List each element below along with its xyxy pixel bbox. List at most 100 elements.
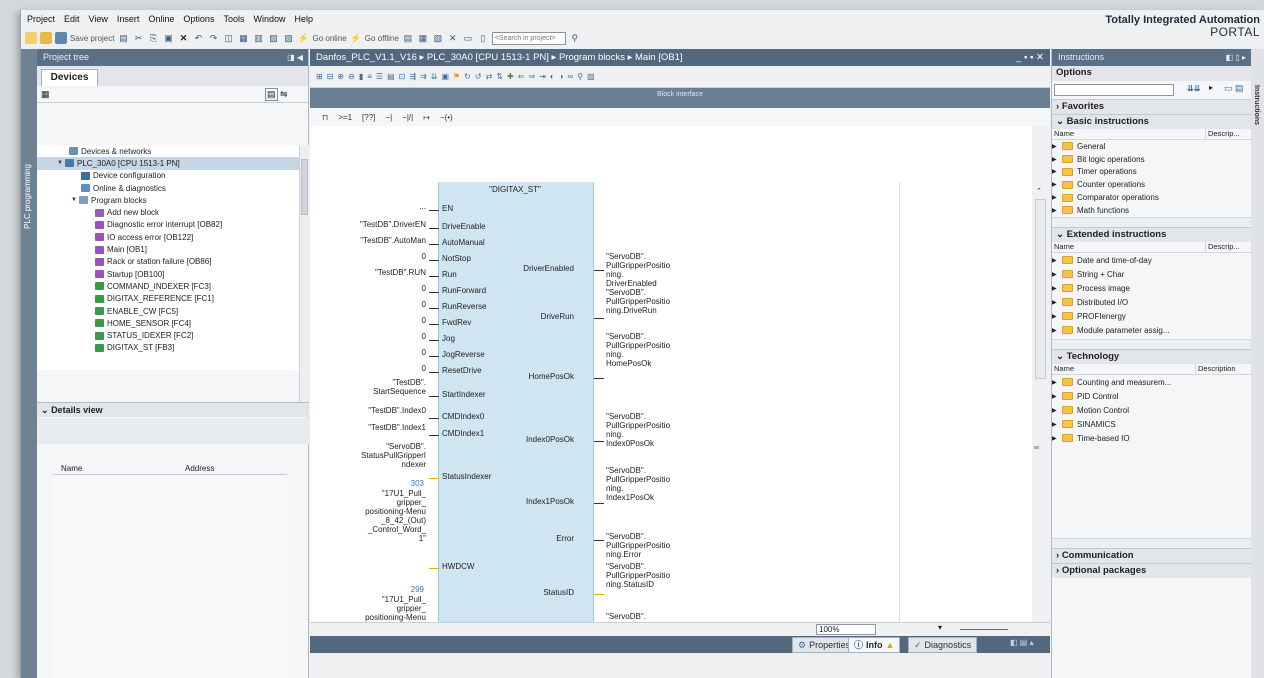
- output-param[interactable]: "ServoDB". PullGripperPositio ning.Statu…: [606, 562, 670, 589]
- list-item[interactable]: ▶ Comparator operations: [1052, 191, 1251, 204]
- monitor-icon[interactable]: ▮: [359, 72, 363, 82]
- add-row-icon[interactable]: ⊖: [348, 72, 355, 82]
- favorites-section[interactable]: › Favorites: [1052, 99, 1251, 114]
- tree-view-icon[interactable]: ▤: [265, 88, 278, 101]
- fb-input-pin[interactable]: Jog: [442, 334, 455, 343]
- tree-item[interactable]: ▼ PLC_30A0 [CPU 1513-1 PN]: [37, 157, 299, 170]
- list-item[interactable]: ▶ PID Control: [1052, 389, 1251, 403]
- block-interface-bar[interactable]: Block interface: [310, 88, 1050, 108]
- scrollbar-thumb[interactable]: [301, 159, 308, 215]
- list-item[interactable]: ▶ Math functions: [1052, 204, 1251, 217]
- cross-reference-icon[interactable]: ✕: [447, 32, 459, 44]
- list-item[interactable]: ▶ String + Char: [1052, 267, 1251, 281]
- go-online-button[interactable]: Go online: [312, 34, 346, 43]
- input-param[interactable]: "ServoDB". StatusPullGripperI ndexer: [328, 442, 426, 469]
- fb-input-pin[interactable]: CMDIndex0: [442, 412, 484, 421]
- indent-icon[interactable]: ⇥: [539, 72, 546, 82]
- tree-item[interactable]: COMMAND_INDEXER [FC3]: [37, 280, 299, 292]
- input-param[interactable]: 0: [328, 284, 426, 293]
- lad-coil-icon[interactable]: −(•): [440, 113, 453, 122]
- tree-item[interactable]: Startup [OB100]: [37, 268, 299, 280]
- insert-row-icon[interactable]: ⊕: [337, 72, 344, 82]
- editor-breadcrumb[interactable]: Danfos_PLC_V1.1_V16 ▸ PLC_30A0 [CPU 1513…: [316, 52, 683, 63]
- input-param[interactable]: "17U1_Pull_ gripper_ positioning-Menu _1…: [328, 595, 426, 622]
- accessible-devices-icon[interactable]: ▤: [402, 32, 414, 44]
- zoom-slider[interactable]: [960, 629, 1008, 630]
- menu-help[interactable]: Help: [294, 14, 313, 24]
- tree-item[interactable]: Add new block: [37, 206, 299, 218]
- list-item[interactable]: ▶ Bit logic operations: [1052, 153, 1251, 166]
- absolute-operands-icon[interactable]: ▤: [387, 72, 395, 82]
- monitor-on-icon[interactable]: ◐: [550, 72, 555, 82]
- search-go-icon[interactable]: ⚲: [569, 32, 581, 44]
- input-param[interactable]: 0: [328, 316, 426, 325]
- view-list-icon[interactable]: ▭ ▤: [1224, 83, 1244, 94]
- upload-icon[interactable]: ▧: [267, 32, 279, 44]
- col-name[interactable]: Name: [1052, 364, 1195, 374]
- tab-devices[interactable]: Devices: [41, 69, 98, 86]
- splitter-handle[interactable]: [1034, 446, 1039, 449]
- compile-icon[interactable]: ▦: [237, 32, 249, 44]
- editor-scrollbar[interactable]: ⌃: [1032, 126, 1050, 622]
- fb-input-pin[interactable]: HWDCW: [442, 562, 474, 571]
- menu-view[interactable]: View: [89, 14, 108, 24]
- basic-instructions-section[interactable]: ⌄ Basic instructions: [1052, 114, 1251, 129]
- col-description[interactable]: Description: [1195, 364, 1251, 374]
- output-param[interactable]: "ServoDB". PullGripperPositio ning.Error: [606, 532, 670, 559]
- go-to-network-icon[interactable]: ⇶: [409, 72, 416, 82]
- glasses-icon[interactable]: ∞: [567, 72, 573, 82]
- menu-edit[interactable]: Edit: [64, 14, 80, 24]
- input-param[interactable]: "TestDB". StartSequence: [328, 378, 426, 396]
- print-icon[interactable]: ▤: [117, 32, 129, 44]
- technology-hscrollbar[interactable]: [1052, 538, 1251, 548]
- collapse-panel-icon[interactable]: ◨ ◀: [287, 49, 303, 66]
- split-horizontal-icon[interactable]: ▭: [462, 32, 474, 44]
- list-item[interactable]: ▶ Motion Control: [1052, 403, 1251, 417]
- watch-icon[interactable]: ▧: [587, 72, 595, 82]
- zoom-dropdown-icon[interactable]: ▾: [938, 623, 942, 632]
- search-project-input[interactable]: <Search in project>: [491, 31, 566, 45]
- tree-item[interactable]: DIGITAX_REFERENCE [FC1]: [37, 293, 299, 305]
- fb-output-pin[interactable]: DriverEnabled: [470, 264, 574, 273]
- compare-icon[interactable]: ⇄: [486, 72, 493, 82]
- force-icon[interactable]: ⚲: [577, 72, 583, 82]
- col-name[interactable]: Name: [61, 464, 82, 473]
- extended-instructions-section[interactable]: ⌄ Extended instructions: [1052, 227, 1251, 242]
- fb-input-pin[interactable]: NotStop: [442, 254, 471, 263]
- menu-window[interactable]: Window: [253, 14, 285, 24]
- col-address[interactable]: Address: [185, 464, 214, 473]
- col-name[interactable]: Name: [1052, 242, 1205, 252]
- search-down-icon[interactable]: ⇊⇊: [1187, 84, 1200, 93]
- extended-hscrollbar[interactable]: [1052, 339, 1251, 349]
- fb-output-pin[interactable]: HomePosOk: [470, 372, 574, 381]
- input-param[interactable]: 0: [328, 300, 426, 309]
- tree-new-icon[interactable]: ▦: [41, 89, 50, 100]
- output-param[interactable]: "ServoDB". PullGripperPositio ning. Home…: [606, 332, 670, 368]
- list-item[interactable]: ▶ Date and time-of-day: [1052, 253, 1251, 267]
- expand-arrow-icon[interactable]: ▼: [71, 197, 79, 203]
- menu-options[interactable]: Options: [183, 14, 214, 24]
- fb-input-pin[interactable]: RunForward: [442, 286, 486, 295]
- tree-item[interactable]: Device configuration: [37, 170, 299, 182]
- delete-icon[interactable]: ✕: [177, 32, 189, 44]
- instructions-side-tab[interactable]: Instructions: [1251, 49, 1264, 678]
- technology-section[interactable]: ⌄ Technology: [1052, 349, 1251, 364]
- list-item[interactable]: ▶ Module parameter assig...: [1052, 323, 1251, 337]
- lad-box-icon[interactable]: [??]: [362, 113, 375, 122]
- save-icon[interactable]: [55, 32, 67, 44]
- simulation-icon[interactable]: ▨: [282, 32, 294, 44]
- tab-properties[interactable]: ⚙ Properties: [792, 637, 857, 653]
- delete-network-icon[interactable]: ⊟: [327, 72, 334, 82]
- next-error-icon[interactable]: ⇐: [518, 72, 525, 82]
- copy-icon[interactable]: ⎘: [147, 32, 159, 44]
- input-param[interactable]: 0: [328, 332, 426, 341]
- input-param[interactable]: "TestDB".AutoMan: [328, 236, 426, 245]
- fb-output-pin[interactable]: DriveRun: [470, 312, 574, 321]
- tree-item[interactable]: Devices & networks: [37, 145, 299, 157]
- fb-input-pin[interactable]: EN: [442, 204, 453, 213]
- fb-input-pin[interactable]: FwdRev: [442, 318, 471, 327]
- scroll-up-icon[interactable]: ⌃: [1036, 187, 1042, 195]
- col-description[interactable]: Descrip...: [1205, 242, 1251, 252]
- tree-item[interactable]: Diagnostic error interrupt [OB82]: [37, 219, 299, 231]
- lad-branch-icon[interactable]: ⊓: [322, 113, 328, 122]
